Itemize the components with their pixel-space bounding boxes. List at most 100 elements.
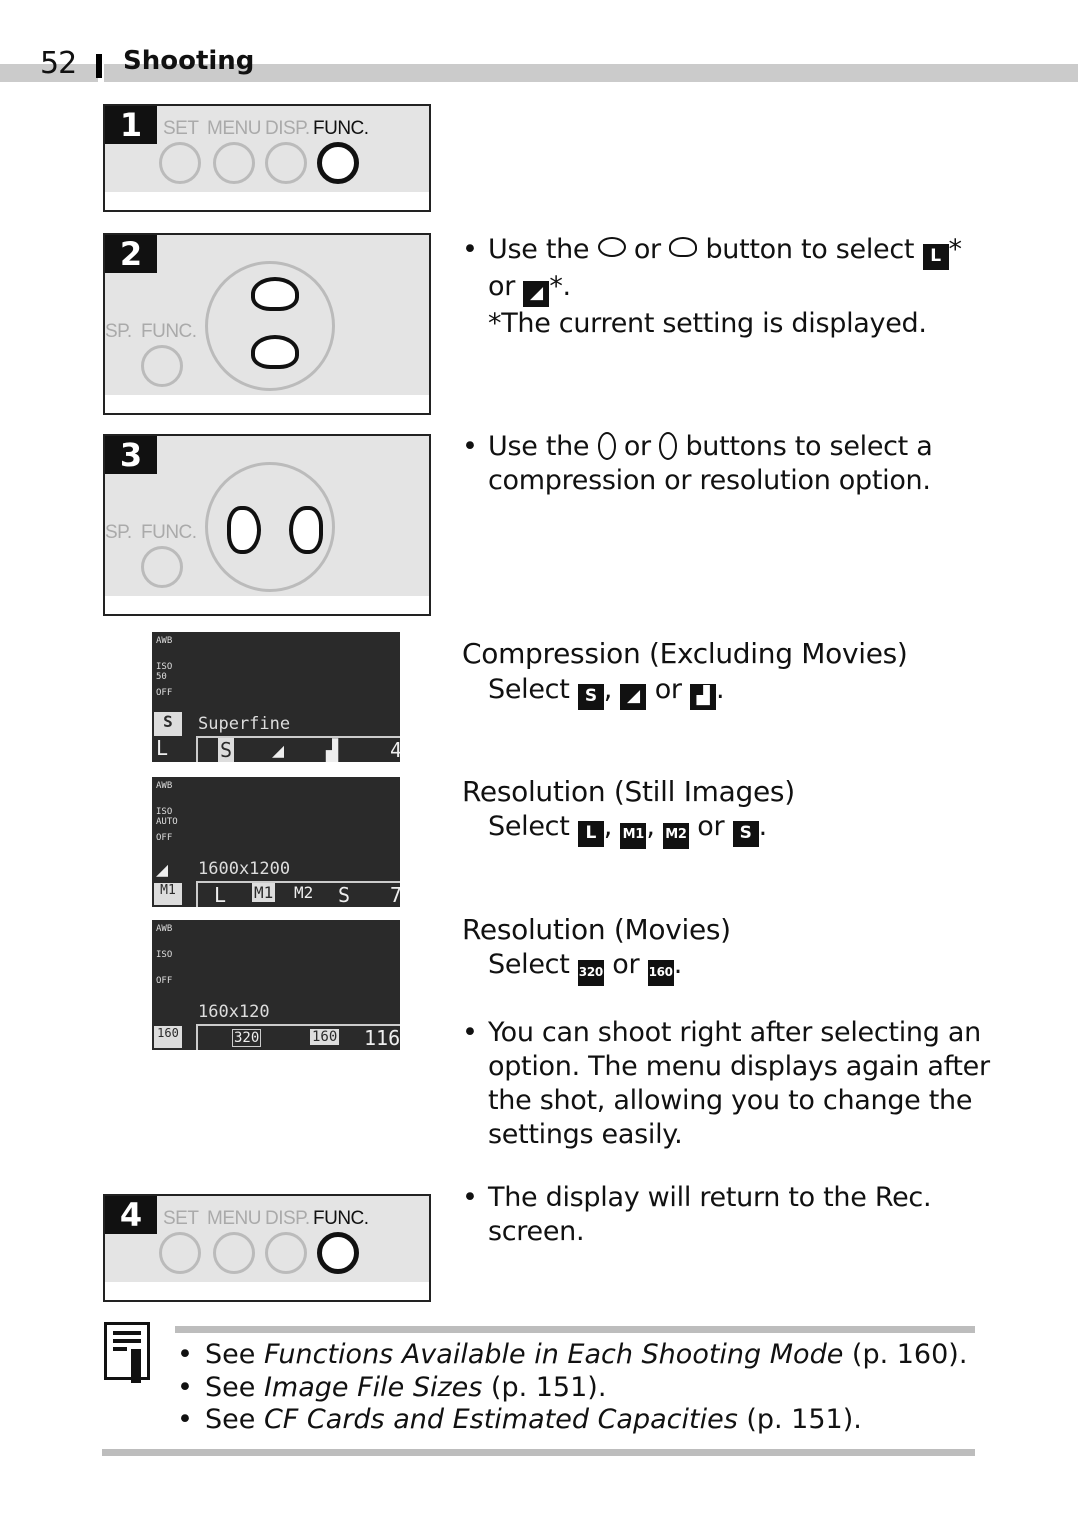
note-link-3[interactable]: • See CF Cards and Estimated Capacities …: [177, 1404, 862, 1435]
text: *.: [549, 271, 571, 302]
large-icon: L: [577, 821, 604, 847]
lcd-screen-compression: AWB ISO 50 OFF S Superfine L S ◢ ▟ 4: [152, 632, 400, 762]
left-button-icon: [597, 432, 616, 460]
text: or: [633, 234, 661, 265]
lcd-corner-label: L: [156, 736, 169, 760]
text: See: [205, 1339, 264, 1370]
option-160: 160: [310, 1029, 340, 1045]
button-label-disp: SP.: [105, 522, 132, 543]
resolution-movies-select: Select 320 or 160.: [488, 948, 682, 986]
medium2-icon: M2: [662, 823, 689, 849]
effect-off-icon: OFF: [156, 976, 173, 986]
lcd-corner-label: M1: [154, 883, 182, 905]
reference-title[interactable]: Functions Available in Each Shooting Mod…: [264, 1339, 843, 1370]
shot-count: 4: [390, 738, 400, 762]
lcd-screen-resolution: AWB ISO AUTO OFF ◢ 1600x1200 M1 L M1 M2 …: [152, 777, 400, 907]
note-top-rule: [175, 1326, 975, 1333]
button-label-disp: SP.: [105, 321, 132, 342]
note-icon-line: [113, 1347, 127, 1351]
option-s: S: [338, 883, 351, 907]
button-label-menu: MENU: [207, 118, 261, 139]
fine-icon: ◢: [156, 857, 169, 881]
text: or: [654, 674, 682, 705]
step-number: 4: [105, 1196, 157, 1234]
func-button-icon: [141, 546, 183, 588]
text: or: [623, 431, 651, 462]
iso-icon: ISO 50: [156, 662, 173, 682]
button-label-func: FUNC.: [141, 321, 197, 342]
step-2-figure: 2 SP. FUNC.: [103, 233, 431, 415]
step-4-figure: 4 SET MENU DISP. FUNC.: [103, 1194, 431, 1302]
left-button-icon: [227, 506, 261, 554]
movie-160-icon: 160: [647, 960, 674, 986]
text: See: [205, 1404, 264, 1435]
resolution-still-select: Select L, M1, M2 or S.: [488, 810, 767, 849]
text: You can shoot right after selecting an: [488, 1017, 981, 1048]
text: the shot, allowing you to change the: [488, 1085, 973, 1116]
superfine-selected-icon: S: [154, 712, 182, 736]
reference-title[interactable]: CF Cards and Estimated Capacities: [264, 1404, 738, 1435]
fine-icon: ◢: [620, 684, 647, 710]
note-link-1[interactable]: • See Functions Available in Each Shooti…: [177, 1339, 968, 1370]
lcd-caption: Superfine: [198, 714, 291, 734]
option-l: L: [214, 883, 227, 907]
large-resolution-icon: L: [922, 244, 949, 270]
text: ,: [603, 674, 613, 705]
lcd-caption: 1600x1200: [198, 859, 291, 879]
disp-button-icon: [265, 1232, 307, 1274]
note-icon-line: [113, 1339, 141, 1343]
text: *: [948, 234, 963, 265]
menu-button-icon: [213, 142, 255, 184]
reference-title[interactable]: Image File Sizes: [264, 1372, 482, 1403]
resolution-still-heading: Resolution (Still Images): [462, 775, 795, 808]
option-320: 320: [232, 1029, 262, 1047]
option-m2: M2: [294, 883, 314, 902]
text: See: [205, 1372, 264, 1403]
pencil-icon: [131, 1349, 141, 1383]
bullet: •: [177, 1372, 193, 1403]
awb-icon: AWB: [156, 636, 173, 646]
text: screen.: [488, 1216, 585, 1247]
text: button to select: [705, 234, 915, 265]
button-label-func: FUNC.: [313, 118, 369, 139]
note-link-2[interactable]: • See Image File Sizes (p. 151).: [177, 1372, 607, 1403]
button-label-set: SET: [163, 118, 199, 139]
menu-button-icon: [213, 1232, 255, 1274]
text: Select: [488, 674, 570, 705]
text: or: [612, 949, 640, 980]
text: Use the: [488, 431, 590, 462]
iso-icon: ISO: [156, 950, 173, 960]
step-number: 3: [105, 436, 157, 474]
page-reference: (p. 151).: [482, 1372, 607, 1403]
medium1-icon: M1: [620, 823, 647, 849]
bullet: •: [462, 1182, 478, 1213]
func-button-icon: [317, 142, 359, 184]
fine-compression-icon: ◢: [523, 281, 550, 307]
page-reference: (p. 151).: [737, 1404, 862, 1435]
right-button-icon: [659, 432, 678, 460]
awb-icon: AWB: [156, 781, 173, 791]
option-superfine: S: [218, 738, 235, 762]
option-normal: ▟: [326, 738, 339, 762]
step-2-instructions: • Use the or button to select L * or ◢ *. …: [462, 233, 963, 341]
text: .: [716, 674, 725, 705]
text: .: [758, 811, 768, 842]
step-3-instructions: • Use the or buttons to select a compres…: [462, 430, 933, 498]
down-button-icon: [597, 237, 626, 257]
section-title: Shooting: [123, 46, 255, 76]
set-button-icon: [159, 142, 201, 184]
set-button-icon: [159, 1232, 201, 1274]
text: Select: [488, 811, 570, 842]
lcd-option-bar: 320 160 116": [196, 1024, 400, 1050]
header-separator: [96, 54, 102, 78]
text: Use the: [488, 234, 590, 265]
current-setting-note: *The current setting is displayed.: [488, 308, 927, 339]
bullet: •: [177, 1339, 193, 1370]
down-button-icon: [251, 335, 299, 369]
step-number: 1: [105, 106, 157, 144]
bullet: •: [462, 1017, 478, 1048]
page-reference: (p. 160).: [843, 1339, 968, 1370]
note-icon: [104, 1322, 150, 1383]
disp-button-icon: [265, 142, 307, 184]
text: or: [697, 811, 725, 842]
